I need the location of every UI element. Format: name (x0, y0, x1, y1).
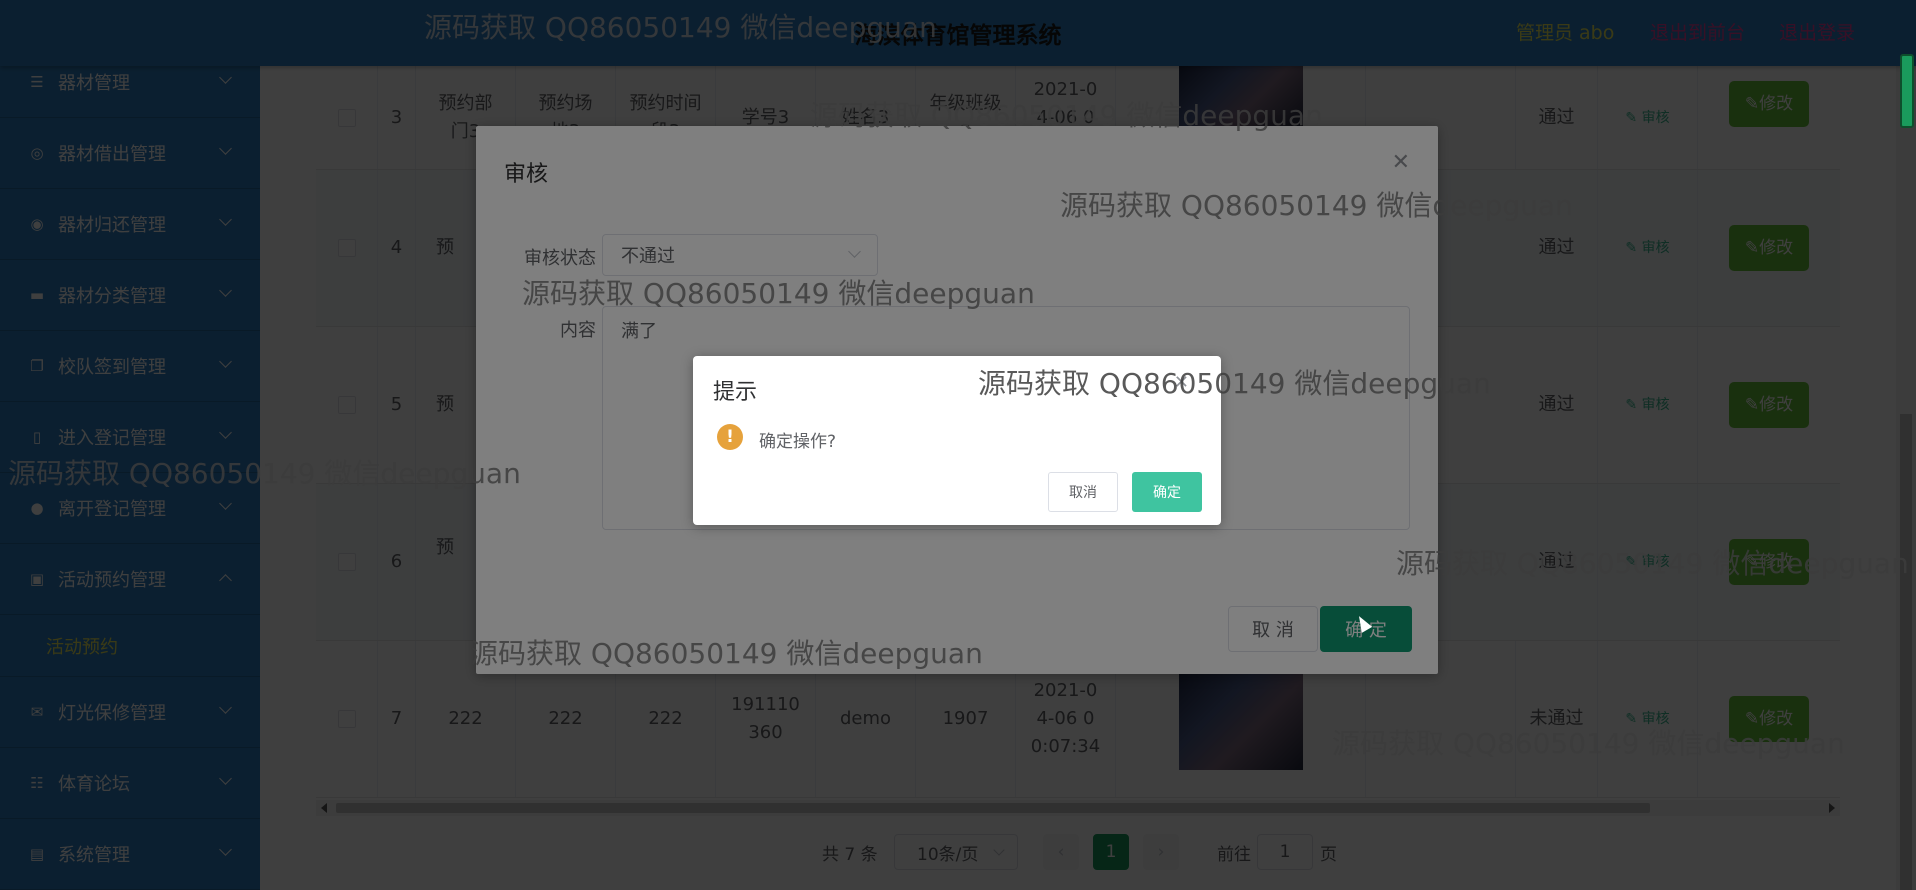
watermark: 源码获取 QQ86050149 微信deepguan (1332, 727, 1845, 760)
messagebox-confirm-button[interactable]: 确定 (1132, 472, 1202, 512)
watermark: 源码获取 QQ86050149 微信deepguan (424, 11, 937, 44)
watermark: 源码获取 QQ86050149 微信deepguan (978, 367, 1491, 400)
watermark: 源码获取 QQ86050149 微信deepguan (810, 99, 1323, 132)
watermark: 源码获取 QQ86050149 微信deepguan (522, 277, 1035, 310)
messagebox-title: 提示 (713, 380, 758, 405)
watermark: 源码获取 QQ86050149 微信deepguan (1396, 547, 1909, 580)
watermark: 源码获取 QQ86050149 微信deepguan (8, 457, 521, 490)
warning-icon: ! (717, 424, 743, 450)
messagebox-message: 确定操作? (759, 432, 837, 452)
scroll-widget[interactable] (1900, 54, 1914, 128)
watermark: 源码获取 QQ86050149 微信deepguan (470, 637, 983, 670)
watermark: 源码获取 QQ86050149 微信deepguan (1060, 189, 1573, 222)
messagebox-cancel-button[interactable]: 取消 (1048, 472, 1118, 512)
